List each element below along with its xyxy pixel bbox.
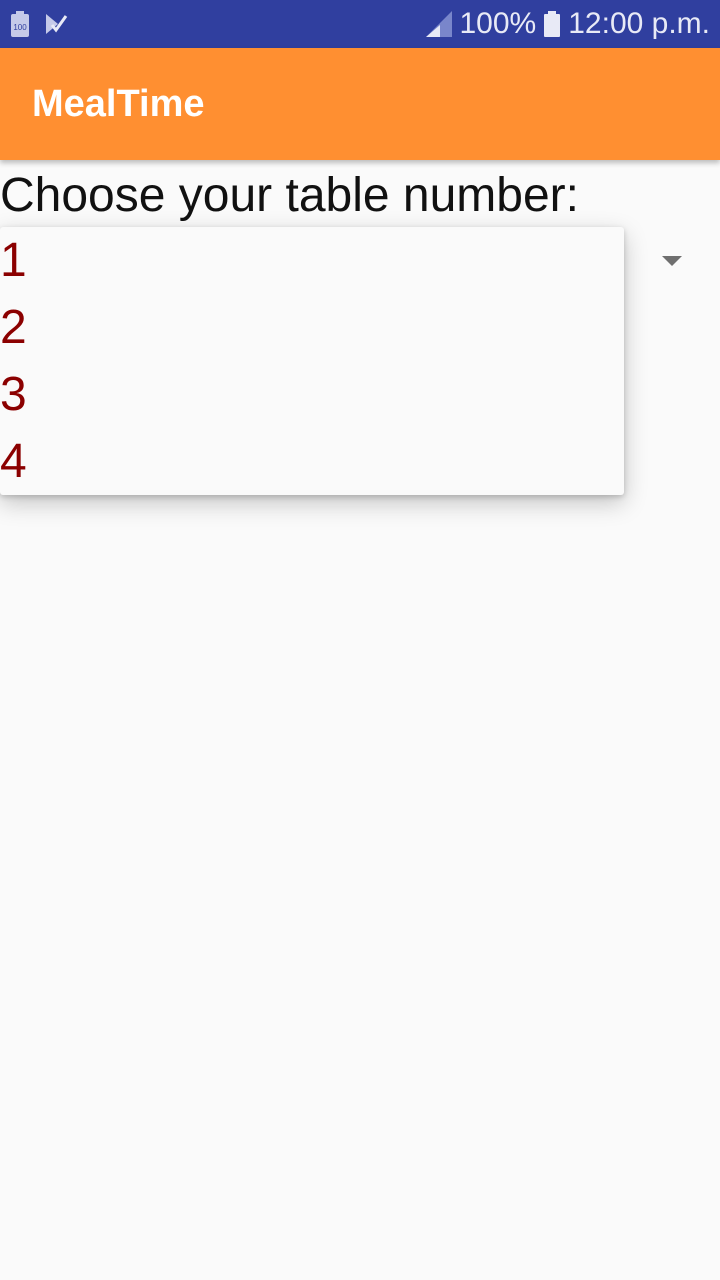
signal-icon bbox=[425, 11, 452, 37]
battery-icon bbox=[544, 11, 561, 37]
dropdown-option-1[interactable]: 1 bbox=[0, 227, 624, 294]
main-content: Choose your table number: 1 2 3 4 bbox=[0, 160, 720, 1280]
table-number-prompt: Choose your table number: bbox=[0, 169, 579, 222]
dropdown-option-3[interactable]: 3 bbox=[0, 361, 624, 428]
app-bar: MealTime bbox=[0, 48, 720, 160]
status-bar-right: 100% 12:00 p.m. bbox=[425, 0, 710, 48]
dropdown-option-2[interactable]: 2 bbox=[0, 294, 624, 361]
battery-small-label: 100 bbox=[13, 23, 27, 32]
task-check-notification-icon bbox=[46, 14, 68, 34]
table-number-dropdown: 1 2 3 4 bbox=[0, 227, 624, 495]
chevron-down-icon[interactable] bbox=[662, 256, 682, 266]
status-bar: 100 100% 12:00 p.m. bbox=[0, 0, 720, 48]
app-title: MealTime bbox=[32, 83, 205, 125]
clock: 12:00 p.m. bbox=[568, 7, 710, 40]
dropdown-option-4[interactable]: 4 bbox=[0, 428, 624, 495]
battery-percent: 100% bbox=[459, 7, 537, 40]
battery-100-notification-icon: 100 bbox=[11, 11, 29, 37]
status-bar-left: 100 bbox=[10, 0, 68, 48]
